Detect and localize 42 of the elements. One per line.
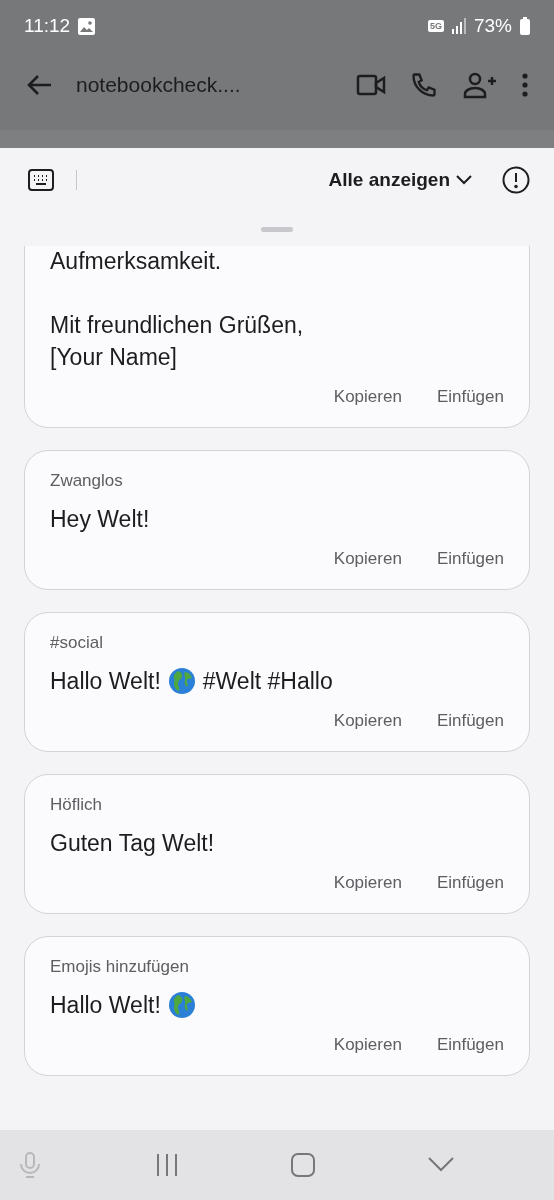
action-link[interactable]: Kopieren [333,1035,402,1055]
keyboard-icon[interactable] [28,169,54,191]
globe-icon [167,667,196,695]
action-link[interactable]: Kopieren [333,387,402,407]
suggestion-label: #social [50,633,103,653]
gallery-icon [78,17,96,35]
back-arrow-icon[interactable] [26,74,52,96]
action-link[interactable]: Einfügen [436,387,504,407]
suggestion-text: Hey Welt! [50,505,150,534]
suggestion-text: #Welt #Hallo [202,667,333,696]
chevron-down-icon[interactable] [427,1157,454,1173]
home-icon[interactable] [291,1153,316,1177]
recent-apps-icon[interactable] [154,1153,179,1177]
action-link[interactable]: Einfügen [436,549,504,569]
suggestion-text: Hallo Welt! [50,991,161,1020]
suggestion-label: Höflich [50,795,102,815]
info-icon[interactable] [502,166,530,194]
filter-dropdown[interactable]: Alle anzeigen [328,169,472,191]
status-time: 11:12 [24,15,71,37]
signal-icon [451,18,466,34]
suggestion-text: Aufmerksamkeit. Mit freundlichen Grüßen, [Your Name] [50,247,304,372]
action-link[interactable]: Einfügen [436,711,504,731]
action-link[interactable]: Kopieren [333,711,402,731]
globe-icon [167,991,196,1019]
battery-level: 73% [473,15,512,37]
video-camera-icon[interactable] [356,74,386,96]
chevron-down-icon [456,175,472,185]
action-link[interactable]: Kopieren [333,549,402,569]
action-link[interactable]: Einfügen [436,1035,504,1055]
suggestion-label: Emojis hinzufügen [50,957,189,977]
battery-icon [520,17,530,35]
suggestion-label: Zwanglos [50,471,123,491]
add-person-icon[interactable] [462,71,498,99]
phone-icon[interactable] [410,71,438,99]
chat-title: notebookcheck.... [76,73,242,97]
network-badge: 5G [427,20,444,32]
drag-handle[interactable] [261,226,293,232]
action-link[interactable]: Einfügen [436,873,504,893]
suggestion-text: Guten Tag Welt! [50,829,215,858]
action-link[interactable]: Kopieren [333,873,402,893]
more-options-icon[interactable] [522,73,528,97]
suggestion-text: Hallo Welt! [50,667,161,696]
